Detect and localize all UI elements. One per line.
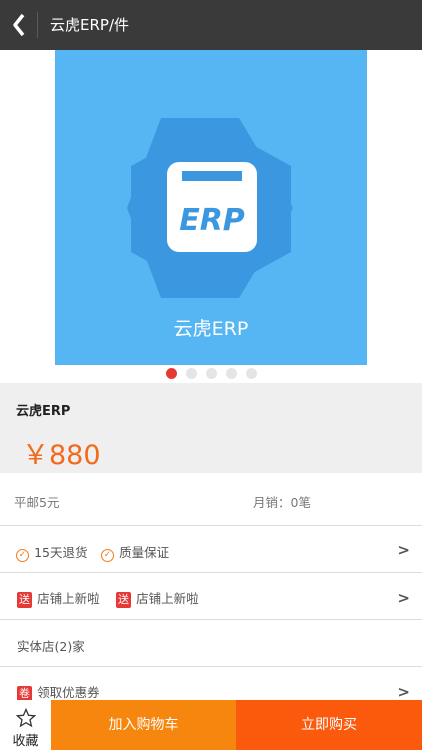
carousel-dot[interactable] bbox=[245, 368, 257, 379]
postage-text: 平邮5元 bbox=[14, 495, 60, 510]
buy-now-button[interactable]: 立即购买 bbox=[236, 700, 422, 750]
promo-label: 店铺上新啦 bbox=[37, 591, 100, 606]
shipping-row bbox=[0, 473, 422, 526]
product-name: 云虎ERP bbox=[16, 404, 71, 419]
promo-label: 店铺上新啦 bbox=[136, 591, 199, 606]
coupon-label: 领取优惠券 bbox=[37, 685, 100, 700]
erp-logo: ERP 云虎ERP bbox=[127, 118, 293, 340]
favorite-label: 收藏 bbox=[12, 734, 39, 749]
erp-logo-text: ERP bbox=[179, 203, 245, 238]
chevron-right-icon: > bbox=[397, 589, 410, 607]
promo-item: 送 店铺上新啦 bbox=[17, 588, 100, 608]
guarantee-label: 质量保证 bbox=[119, 545, 170, 560]
promo-item: 送 店铺上新啦 bbox=[116, 588, 199, 608]
stores-label: 实体店(2)家 bbox=[17, 639, 85, 654]
carousel-dot[interactable] bbox=[185, 368, 197, 379]
carousel-dot[interactable] bbox=[205, 368, 217, 379]
star-outline-icon bbox=[15, 707, 36, 728]
guarantee-label: 15天退货 bbox=[34, 545, 88, 560]
product-price: ￥880 bbox=[22, 440, 101, 471]
guarantee-item: ✓ 15天退货 bbox=[16, 542, 88, 562]
gift-badge: 送 bbox=[17, 592, 32, 608]
chevron-left-icon bbox=[13, 13, 25, 37]
product-image-carousel[interactable]: ERP 云虎ERP bbox=[55, 50, 367, 365]
carousel-dot[interactable] bbox=[225, 368, 237, 379]
gift-badge: 送 bbox=[116, 592, 131, 608]
check-circle-icon: ✓ bbox=[16, 549, 29, 562]
chevron-right-icon: > bbox=[397, 683, 410, 701]
add-to-cart-button[interactable]: 加入购物车 bbox=[51, 700, 236, 750]
page-title: 云虎ERP/件 bbox=[50, 16, 129, 34]
coupon-item: 卷 领取优惠券 bbox=[17, 682, 100, 702]
favorite-button[interactable]: 收藏 bbox=[0, 700, 51, 750]
banner-caption: 云虎ERP bbox=[174, 318, 249, 340]
guarantee-item: ✓ 质量保证 bbox=[101, 542, 169, 562]
header-divider bbox=[37, 12, 38, 38]
check-circle-icon: ✓ bbox=[101, 549, 114, 562]
back-button[interactable] bbox=[10, 12, 30, 38]
chevron-right-icon: > bbox=[397, 541, 410, 559]
monthly-sales-text: 月销：0笔 bbox=[253, 495, 311, 510]
carousel-dot[interactable] bbox=[165, 368, 177, 379]
carousel-indicator bbox=[0, 368, 422, 380]
